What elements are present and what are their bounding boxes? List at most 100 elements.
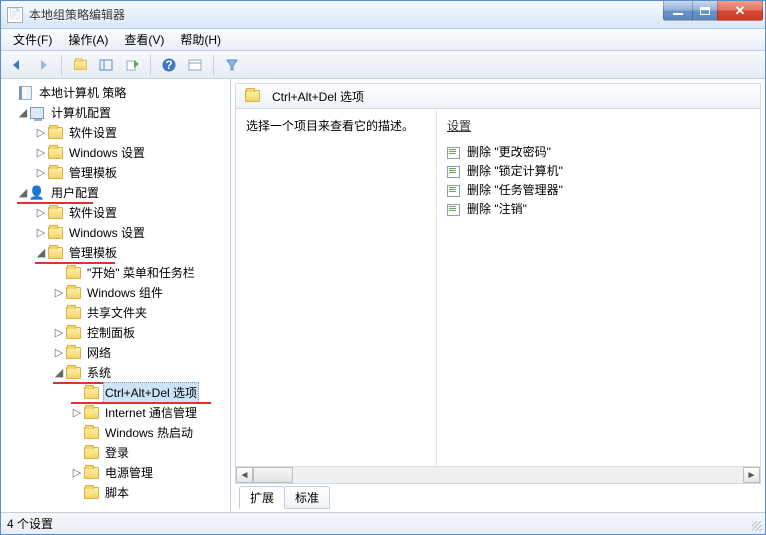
folder-icon: [65, 345, 81, 361]
tree-win-settings[interactable]: Windows 设置: [67, 143, 147, 163]
folder-icon: [83, 445, 99, 461]
tree-network[interactable]: 网络: [85, 343, 113, 363]
window-buttons: ✕: [664, 1, 763, 21]
scroll-track[interactable]: [253, 467, 743, 483]
tree-user-config[interactable]: 用户配置: [49, 183, 101, 203]
close-button[interactable]: ✕: [717, 1, 763, 21]
description-prompt: 选择一个项目来查看它的描述。: [246, 117, 426, 134]
tree-internet-comm[interactable]: Internet 通信管理: [103, 403, 199, 423]
expander-icon[interactable]: ▷: [53, 323, 65, 343]
expander-icon[interactable]: ◢: [17, 183, 29, 203]
tree-login[interactable]: 登录: [103, 443, 131, 463]
body: 本地计算机 策略 ◢计算机配置 ▷软件设置 ▷Windows 设置 ▷管理模板 …: [1, 79, 765, 512]
tree-power[interactable]: 电源管理: [103, 463, 155, 483]
expander-icon[interactable]: ◢: [35, 243, 47, 263]
folder-icon: [83, 385, 99, 401]
folder-icon: [83, 405, 99, 421]
nav-tree[interactable]: 本地计算机 策略 ◢计算机配置 ▷软件设置 ▷Windows 设置 ▷管理模板 …: [1, 79, 231, 512]
forward-button[interactable]: [31, 53, 55, 77]
tree-root[interactable]: 本地计算机 策略: [37, 83, 128, 103]
folder-icon: [83, 485, 99, 501]
titlebar[interactable]: 📄 本地组策略编辑器 ✕: [1, 1, 765, 29]
expander-icon[interactable]: ◢: [53, 363, 65, 383]
tree-win-settings-2[interactable]: Windows 设置: [67, 223, 147, 243]
folder-icon: [83, 425, 99, 441]
expander-icon[interactable]: ▷: [35, 143, 47, 163]
scroll-thumb[interactable]: [253, 467, 293, 483]
menu-action[interactable]: 操作(A): [60, 29, 116, 50]
folder-icon: [47, 205, 63, 221]
expander-icon[interactable]: ▷: [35, 163, 47, 183]
menu-help[interactable]: 帮助(H): [172, 29, 229, 50]
policy-item[interactable]: 删除 "更改密码": [447, 142, 750, 161]
folder-icon: [65, 305, 81, 321]
tree-soft-settings[interactable]: 软件设置: [67, 123, 119, 143]
up-button[interactable]: [68, 53, 92, 77]
toolbar: ?: [1, 51, 765, 79]
folder-icon: [65, 325, 81, 341]
tab-standard[interactable]: 标准: [284, 486, 330, 509]
policy-label: 删除 "任务管理器": [467, 181, 563, 198]
folder-icon: [47, 125, 63, 141]
tree-admin-templates-2[interactable]: 管理模板: [67, 243, 119, 263]
user-icon: 👤: [29, 185, 45, 201]
back-button[interactable]: [5, 53, 29, 77]
folder-icon: [65, 365, 81, 381]
expander-icon[interactable]: ◢: [17, 103, 29, 123]
horizontal-scrollbar[interactable]: ◄ ►: [236, 466, 760, 483]
folder-icon: [47, 225, 63, 241]
expander-icon[interactable]: ▷: [35, 123, 47, 143]
policy-label: 删除 "注销": [467, 200, 527, 217]
tree-ctrl-alt-del[interactable]: Ctrl+Alt+Del 选项: [103, 382, 199, 404]
properties-button[interactable]: [183, 53, 207, 77]
app-icon: 📄: [7, 7, 23, 23]
menu-view[interactable]: 查看(V): [116, 29, 172, 50]
scroll-left-button[interactable]: ◄: [236, 467, 253, 483]
content-area: Ctrl+Alt+Del 选项 选择一个项目来查看它的描述。 设置 删除 "更改…: [231, 79, 765, 512]
expander-icon[interactable]: ▷: [35, 223, 47, 243]
status-text: 4 个设置: [7, 515, 53, 532]
content-header: Ctrl+Alt+Del 选项: [235, 83, 761, 109]
tree-computer-config[interactable]: 计算机配置: [49, 103, 113, 123]
folder-icon: [244, 88, 260, 104]
filter-button[interactable]: [220, 53, 244, 77]
expander-icon[interactable]: ▷: [53, 283, 65, 303]
folder-icon: [47, 165, 63, 181]
policy-item[interactable]: 删除 "锁定计算机": [447, 161, 750, 180]
expander-icon[interactable]: ▷: [71, 463, 83, 483]
policy-icon: [447, 202, 461, 216]
statusbar: 4 个设置: [1, 512, 765, 534]
policy-item[interactable]: 删除 "任务管理器": [447, 180, 750, 199]
settings-column-header[interactable]: 设置: [447, 117, 750, 134]
tab-extended[interactable]: 扩展: [239, 486, 285, 509]
settings-list[interactable]: 设置 删除 "更改密码" 删除 "锁定计算机" 删除 "任务管理器" 删除 "注…: [436, 109, 760, 483]
tree-admin-templates[interactable]: 管理模板: [67, 163, 119, 183]
expander-icon[interactable]: ▷: [71, 403, 83, 423]
tree-shared-folders[interactable]: 共享文件夹: [85, 303, 149, 323]
tree-start-menu[interactable]: "开始" 菜单和任务栏: [85, 263, 197, 283]
tree-control-panel[interactable]: 控制面板: [85, 323, 137, 343]
folder-icon: [47, 245, 63, 261]
folder-icon: [65, 285, 81, 301]
expander-icon[interactable]: ▷: [35, 203, 47, 223]
svg-text:?: ?: [165, 58, 172, 72]
policy-label: 删除 "更改密码": [467, 143, 551, 160]
minimize-button[interactable]: [663, 1, 693, 21]
policy-item[interactable]: 删除 "注销": [447, 199, 750, 218]
folder-icon: [83, 465, 99, 481]
maximize-button[interactable]: [692, 1, 718, 21]
menu-file[interactable]: 文件(F): [5, 29, 60, 50]
tree-windows-hotstart[interactable]: Windows 热启动: [103, 423, 195, 443]
show-hide-tree-button[interactable]: [94, 53, 118, 77]
expander-icon[interactable]: ▷: [53, 343, 65, 363]
tree-windows-components[interactable]: Windows 组件: [85, 283, 165, 303]
tree-soft-settings-2[interactable]: 软件设置: [67, 203, 119, 223]
scroll-right-button[interactable]: ►: [743, 467, 760, 483]
gpedit-window: 📄 本地组策略编辑器 ✕ 文件(F) 操作(A) 查看(V) 帮助(H) ? 本…: [0, 0, 766, 535]
policy-icon: [447, 183, 461, 197]
tree-system[interactable]: 系统: [85, 363, 113, 383]
menubar: 文件(F) 操作(A) 查看(V) 帮助(H): [1, 29, 765, 51]
export-button[interactable]: [120, 53, 144, 77]
help-button[interactable]: ?: [157, 53, 181, 77]
tree-script[interactable]: 脚本: [103, 483, 131, 503]
